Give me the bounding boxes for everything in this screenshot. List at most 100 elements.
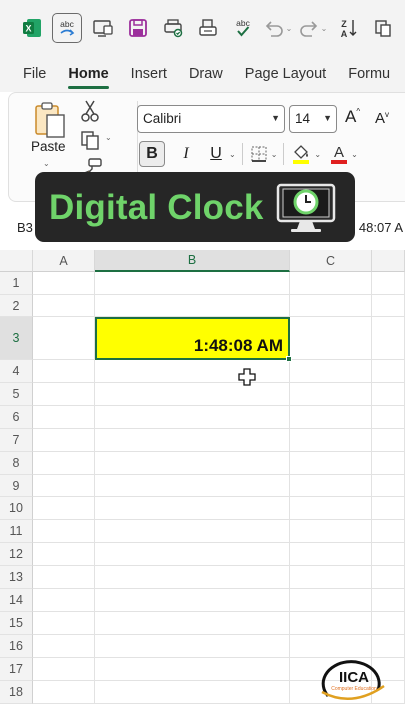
row-header-3[interactable]: 3 (0, 317, 33, 360)
grid-cell[interactable] (372, 497, 405, 520)
grid-cell[interactable] (95, 681, 290, 704)
copy-caret-icon[interactable]: ⌄ (105, 133, 112, 142)
grid-cell[interactable] (95, 497, 290, 520)
clock-cell-b3[interactable]: 1:48:08 AM (95, 317, 290, 360)
undo-caret-icon[interactable]: ⌄ (286, 24, 293, 33)
row-header-11[interactable]: 11 (0, 520, 33, 543)
spell-check-icon[interactable]: abc (225, 11, 260, 45)
grid-cell[interactable] (33, 612, 95, 635)
select-all-corner[interactable] (0, 250, 33, 272)
paste-button[interactable]: Paste (31, 139, 66, 154)
grid-cell[interactable] (290, 317, 372, 360)
borders-icon[interactable]: ⌄ (249, 141, 277, 167)
grid-cell[interactable] (95, 658, 290, 681)
grid-cell[interactable] (290, 429, 372, 452)
font-size-dropdown[interactable]: 14 ▼ (289, 105, 337, 133)
row-header-10[interactable]: 10 (0, 497, 33, 520)
grid-cell[interactable] (33, 272, 95, 295)
tab-draw[interactable]: Draw (189, 66, 223, 82)
grid-cell[interactable] (33, 452, 95, 475)
grid-cell[interactable] (290, 406, 372, 429)
cut-icon[interactable] (81, 99, 99, 128)
row-header-18[interactable]: 18 (0, 681, 33, 704)
excel-logo-icon[interactable]: X (14, 11, 49, 45)
grid-cell[interactable] (372, 635, 405, 658)
grid-cell[interactable] (95, 429, 290, 452)
grid-cell[interactable] (372, 360, 405, 383)
row-header-13[interactable]: 13 (0, 566, 33, 589)
fill-handle[interactable] (286, 356, 292, 362)
grid-cell[interactable] (33, 429, 95, 452)
grid-cell[interactable] (290, 383, 372, 406)
row-header-17[interactable]: 17 (0, 658, 33, 681)
grid-cell[interactable] (33, 589, 95, 612)
grid-cell[interactable] (290, 635, 372, 658)
grid-cell[interactable] (95, 635, 290, 658)
grid-cell[interactable] (372, 612, 405, 635)
grid-cell[interactable] (95, 272, 290, 295)
grid-cell[interactable] (33, 360, 95, 383)
grid-cell[interactable] (95, 383, 290, 406)
grid-cell[interactable] (33, 317, 95, 360)
tab-formulas[interactable]: Formu (348, 66, 390, 82)
grid-cell[interactable] (95, 589, 290, 612)
row-header-9[interactable]: 9 (0, 475, 33, 497)
screen-icon[interactable] (85, 11, 120, 45)
print-icon[interactable] (190, 11, 225, 45)
row-header-14[interactable]: 14 (0, 589, 33, 612)
row-header-8[interactable]: 8 (0, 452, 33, 475)
column-header-d[interactable] (372, 250, 405, 272)
tab-file[interactable]: File (23, 66, 46, 82)
grid-cell[interactable] (33, 520, 95, 543)
grid-cell[interactable] (33, 295, 95, 317)
grid-cell[interactable] (33, 658, 95, 681)
sort-az-icon[interactable]: ZA (330, 11, 365, 45)
grid-cell[interactable] (290, 543, 372, 566)
grid-cell[interactable] (372, 452, 405, 475)
copy-icon[interactable] (365, 11, 400, 45)
grid-cell[interactable] (290, 360, 372, 383)
fill-color-icon[interactable]: ⌄ (290, 141, 321, 167)
grid-cell[interactable] (33, 543, 95, 566)
grid-cell[interactable] (372, 383, 405, 406)
row-header-16[interactable]: 16 (0, 635, 33, 658)
grid-cell[interactable] (290, 295, 372, 317)
grid-cell[interactable] (33, 681, 95, 704)
undo-icon[interactable]: ⌄ (260, 11, 295, 45)
grid-cell[interactable] (95, 612, 290, 635)
grid-cell[interactable] (372, 406, 405, 429)
row-header-12[interactable]: 12 (0, 543, 33, 566)
grid-cell[interactable] (290, 272, 372, 295)
column-header-c[interactable]: C (290, 250, 372, 272)
underline-caret-icon[interactable]: ⌄ (227, 141, 236, 167)
grid-cell[interactable] (372, 272, 405, 295)
paste-icon[interactable] (33, 101, 67, 144)
italic-button[interactable]: I (175, 141, 197, 167)
formula-input[interactable]: 48:07 A (359, 220, 403, 235)
grid-cell[interactable] (95, 475, 290, 497)
grid-cell[interactable] (290, 566, 372, 589)
bold-button[interactable]: B (139, 141, 165, 167)
grid-cell[interactable] (33, 475, 95, 497)
grid-cell[interactable] (33, 383, 95, 406)
row-header-5[interactable]: 5 (0, 383, 33, 406)
row-header-7[interactable]: 7 (0, 429, 33, 452)
grid-cell[interactable] (95, 452, 290, 475)
grid-cell[interactable] (372, 317, 405, 360)
row-header-6[interactable]: 6 (0, 406, 33, 429)
grid-cell[interactable] (290, 612, 372, 635)
increase-font-size-button[interactable]: A^ (345, 107, 360, 127)
row-header-1[interactable]: 1 (0, 272, 33, 295)
tab-home[interactable]: Home (68, 66, 109, 89)
grid-cell[interactable] (290, 520, 372, 543)
grid-cell[interactable] (372, 429, 405, 452)
copy-format-icon[interactable] (79, 129, 101, 156)
grid-cell[interactable] (372, 589, 405, 612)
row-header-15[interactable]: 15 (0, 612, 33, 635)
grid-cell[interactable] (372, 543, 405, 566)
save-icon[interactable] (120, 11, 155, 45)
row-header-2[interactable]: 2 (0, 295, 33, 317)
grid-cell[interactable] (33, 497, 95, 520)
underline-button[interactable]: U (205, 141, 227, 167)
redo-icon[interactable]: ⌄ (295, 11, 330, 45)
